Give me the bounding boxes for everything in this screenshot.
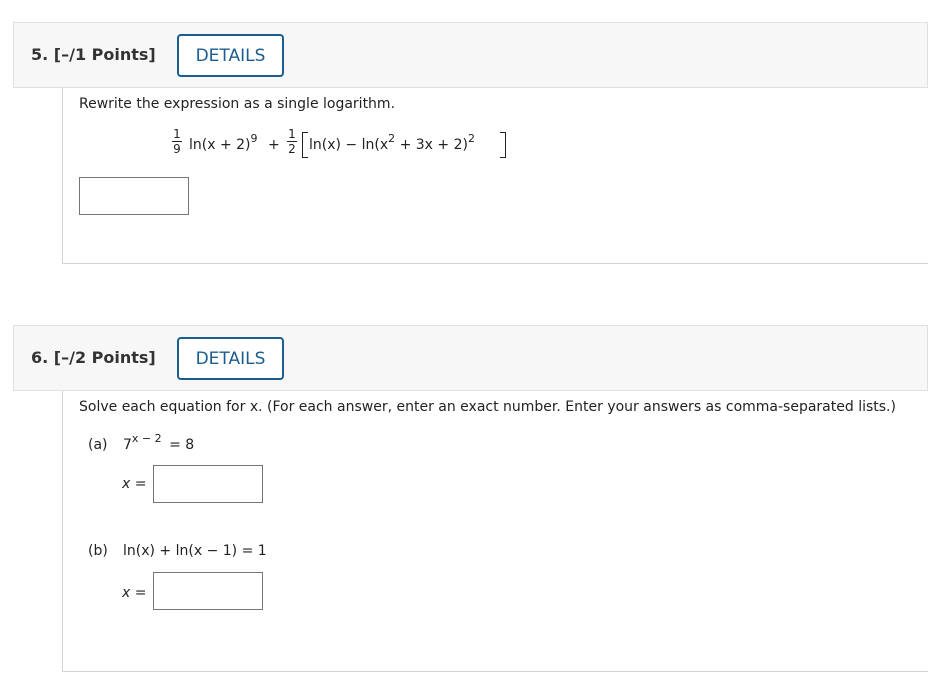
question-6-title: 6. [–/2 Points] bbox=[31, 348, 156, 367]
part-b-label: (b) bbox=[88, 543, 108, 559]
question-5-body: Rewrite the expression as a single logar… bbox=[62, 88, 928, 264]
question-5-title: 5. [–/1 Points] bbox=[31, 45, 156, 64]
question-5-details-button[interactable]: DETAILS bbox=[177, 34, 284, 77]
question-5-header: 5. [–/1 Points] DETAILS bbox=[13, 22, 928, 88]
log-term-1: ln(x + 2)9 + bbox=[189, 132, 280, 153]
question-6-prompt: Solve each equation for x. (For each ans… bbox=[79, 399, 896, 415]
fraction-one-ninth: 1 9 bbox=[172, 127, 182, 156]
part-a-equation: 7x − 2 = 8 bbox=[123, 432, 195, 453]
right-bracket bbox=[500, 132, 506, 158]
part-a-label: (a) bbox=[88, 437, 108, 453]
part-b-x-label: x = bbox=[122, 585, 147, 601]
fraction-one-half: 1 2 bbox=[287, 127, 297, 156]
part-a-x-label: x = bbox=[122, 476, 147, 492]
part-b-equation: ln(x) + ln(x − 1) = 1 bbox=[123, 543, 267, 559]
question-5-prompt: Rewrite the expression as a single logar… bbox=[79, 96, 396, 112]
question-6-header: 6. [–/2 Points] DETAILS bbox=[13, 325, 928, 391]
question-6-body: Solve each equation for x. (For each ans… bbox=[62, 391, 928, 672]
log-term-2: ln(x) − ln(x2 + 3x + 2)2 bbox=[309, 132, 475, 153]
left-bracket bbox=[302, 132, 308, 158]
question-6-details-button[interactable]: DETAILS bbox=[177, 337, 284, 380]
part-a-answer-input[interactable] bbox=[153, 465, 263, 503]
part-b-answer-input[interactable] bbox=[153, 572, 263, 610]
question-5-answer-input[interactable] bbox=[79, 177, 189, 215]
